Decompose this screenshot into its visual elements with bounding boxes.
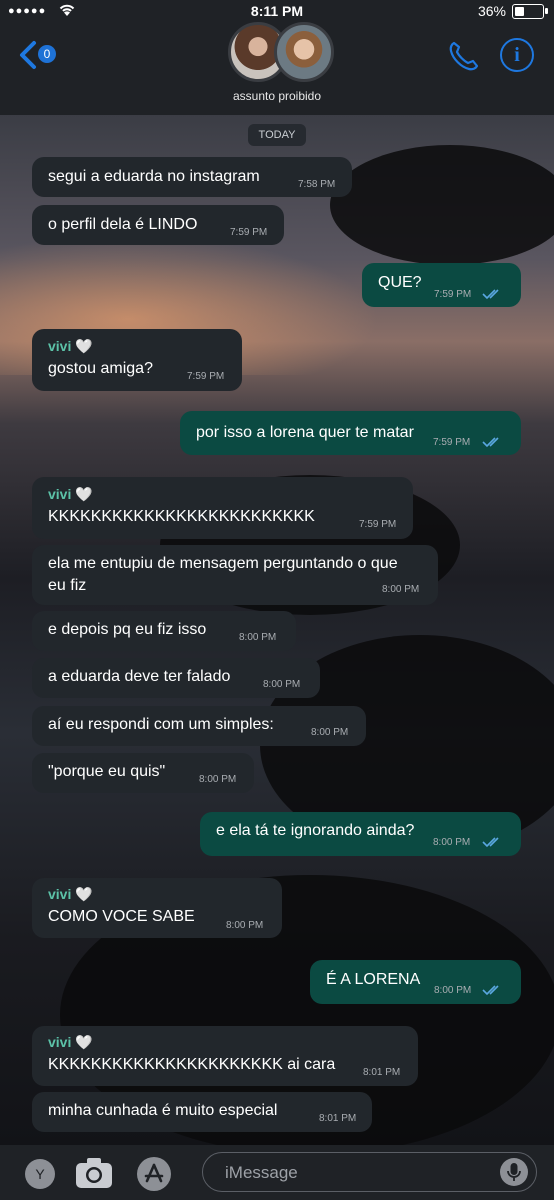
- message-bubble[interactable]: por isso a lorena quer te matar 7:59 PM: [180, 411, 521, 455]
- group-avatars[interactable]: [226, 22, 334, 82]
- read-receipt-icon: [482, 985, 499, 996]
- microphone-icon: [507, 1163, 521, 1181]
- message-text: o perfil dela é LINDO: [48, 216, 198, 233]
- read-receipt-icon: [482, 837, 499, 848]
- read-receipt-icon: [482, 437, 499, 448]
- message-time: 7:59 PM: [187, 371, 225, 382]
- message-time: 8:01 PM: [363, 1067, 401, 1078]
- sender-name: vivi 🤍: [48, 1034, 93, 1050]
- phone-icon: [449, 41, 479, 71]
- app-store-icon: [144, 1163, 164, 1183]
- sender-name: vivi 🤍: [48, 486, 93, 502]
- battery-percent: 36%: [477, 3, 506, 19]
- conversation-header: 0 assunto proibido i: [0, 22, 554, 115]
- app-store-button[interactable]: [137, 1157, 171, 1191]
- account-avatar-button[interactable]: Y: [25, 1159, 55, 1189]
- message-text: "porque eu quis": [48, 763, 166, 780]
- message-bubble[interactable]: minha cunhada é muito especial 8:01 PM: [32, 1092, 372, 1132]
- chevron-left-icon: [20, 41, 36, 69]
- message-bubble[interactable]: É A LORENA 8:00 PM: [310, 960, 521, 1004]
- message-bubble[interactable]: QUE? 7:59 PM: [362, 263, 521, 307]
- message-text: a eduarda deve ter falado: [48, 668, 231, 685]
- message-bubble[interactable]: vivi 🤍 KKKKKKKKKKKKKKKKKKKKKKKKK 7:59 PM: [32, 477, 413, 539]
- message-time: 8:00 PM: [263, 679, 301, 690]
- message-time: 8:00 PM: [239, 632, 277, 643]
- message-input[interactable]: iMessage: [202, 1152, 537, 1192]
- palm-silhouette: [330, 145, 554, 265]
- message-time: 7:59 PM: [434, 289, 472, 300]
- message-bubble[interactable]: a eduarda deve ter falado 8:00 PM: [32, 658, 320, 698]
- message-time: 7:59 PM: [433, 437, 471, 448]
- battery-icon: [512, 4, 548, 19]
- message-time: 8:01 PM: [319, 1113, 357, 1124]
- message-bubble[interactable]: e depois pq eu fiz isso 8:00 PM: [32, 611, 296, 651]
- message-time: 8:00 PM: [382, 584, 420, 595]
- message-bubble[interactable]: vivi 🤍 gostou amiga? 7:59 PM: [32, 329, 242, 391]
- day-separator: TODAY: [248, 124, 306, 146]
- avatar: [274, 22, 334, 82]
- message-time: 7:59 PM: [230, 227, 268, 238]
- message-text: minha cunhada é muito especial: [48, 1102, 278, 1119]
- message-time: 8:00 PM: [226, 920, 264, 931]
- message-bubble[interactable]: o perfil dela é LINDO 7:59 PM: [32, 205, 284, 245]
- message-bubble[interactable]: "porque eu quis" 8:00 PM: [32, 753, 254, 793]
- message-text: KKKKKKKKKKKKKKKKKKKKKK ai cara: [48, 1056, 336, 1073]
- sender-name: vivi 🤍: [48, 886, 93, 902]
- message-text: ela me entupiu de mensagem perguntando o…: [48, 555, 398, 572]
- message-time: 8:00 PM: [434, 985, 472, 996]
- microphone-button[interactable]: [500, 1158, 528, 1186]
- message-input-placeholder: iMessage: [225, 1163, 298, 1182]
- message-text: aí eu respondi com um simples:: [48, 716, 274, 733]
- phone-button[interactable]: [446, 38, 482, 74]
- message-time: 8:00 PM: [433, 837, 471, 848]
- info-icon: i: [514, 44, 520, 66]
- message-bubble[interactable]: aí eu respondi com um simples: 8:00 PM: [32, 706, 366, 746]
- message-time: 8:00 PM: [311, 727, 349, 738]
- clock: 8:11 PM: [250, 3, 304, 19]
- message-text: segui a eduarda no instagram: [48, 168, 260, 185]
- message-text: KKKKKKKKKKKKKKKKKKKKKKKKK: [48, 508, 315, 525]
- message-bubble[interactable]: e ela tá te ignorando ainda? 8:00 PM: [200, 812, 521, 856]
- unread-badge: 0: [38, 45, 56, 63]
- message-text: É A LORENA: [326, 971, 421, 988]
- conversation-title[interactable]: assunto proibido: [0, 89, 554, 103]
- read-receipt-icon: [482, 289, 499, 300]
- message-bubble[interactable]: vivi 🤍 KKKKKKKKKKKKKKKKKKKKKK ai cara 8:…: [32, 1026, 418, 1086]
- camera-button[interactable]: [74, 1156, 114, 1190]
- message-text: e ela tá te ignorando ainda?: [216, 822, 415, 839]
- message-text: gostou amiga?: [48, 360, 153, 377]
- message-bubble[interactable]: segui a eduarda no instagram 7:58 PM: [32, 157, 352, 197]
- compose-bar: Y iMessage: [0, 1145, 554, 1200]
- message-time: 7:58 PM: [298, 179, 336, 190]
- camera-icon: [76, 1158, 112, 1188]
- message-time: 8:00 PM: [199, 774, 237, 785]
- message-text: por isso a lorena quer te matar: [196, 424, 414, 441]
- status-bar: ●●●●● 8:11 PM 36%: [0, 0, 554, 22]
- message-text: COMO VOCE SABE: [48, 908, 195, 925]
- message-bubble[interactable]: vivi 🤍 COMO VOCE SABE 8:00 PM: [32, 878, 282, 938]
- back-button[interactable]: 0: [18, 40, 60, 70]
- info-button[interactable]: i: [500, 38, 534, 72]
- message-text-line2: eu fiz: [48, 577, 87, 594]
- message-bubble[interactable]: ela me entupiu de mensagem perguntando o…: [32, 545, 438, 605]
- message-text: QUE?: [378, 274, 422, 291]
- message-time: 7:59 PM: [359, 519, 397, 530]
- sender-name: vivi 🤍: [48, 338, 93, 354]
- message-text: e depois pq eu fiz isso: [48, 621, 207, 638]
